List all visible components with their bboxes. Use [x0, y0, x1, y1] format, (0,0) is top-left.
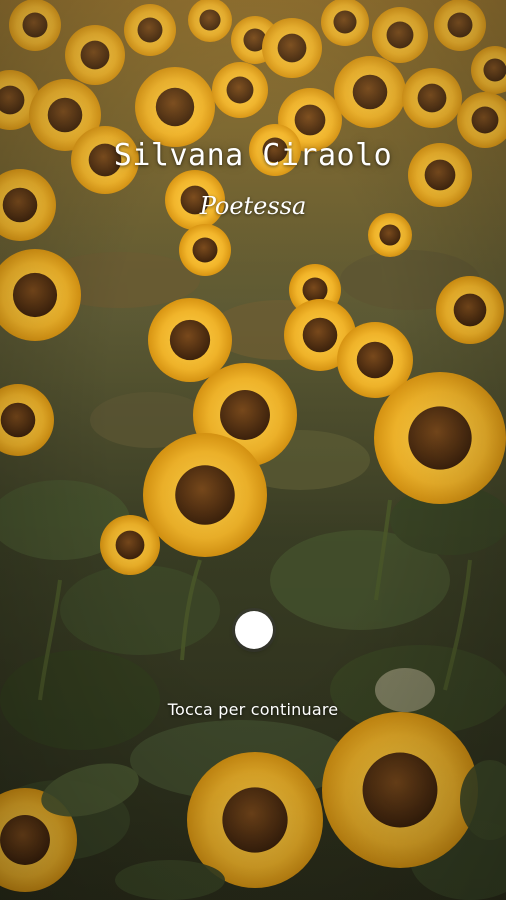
continue-prompt[interactable]: Tocca per continuare [0, 700, 506, 719]
author-role-subtitle: Poetessa [199, 192, 307, 220]
author-name-title: Silvana Ciraolo [113, 138, 393, 173]
tap-indicator-dot[interactable] [235, 611, 273, 649]
sunflower-field-background [0, 0, 506, 900]
splash-screen[interactable]: Silvana Ciraolo Poetessa Tocca per conti… [0, 0, 506, 900]
